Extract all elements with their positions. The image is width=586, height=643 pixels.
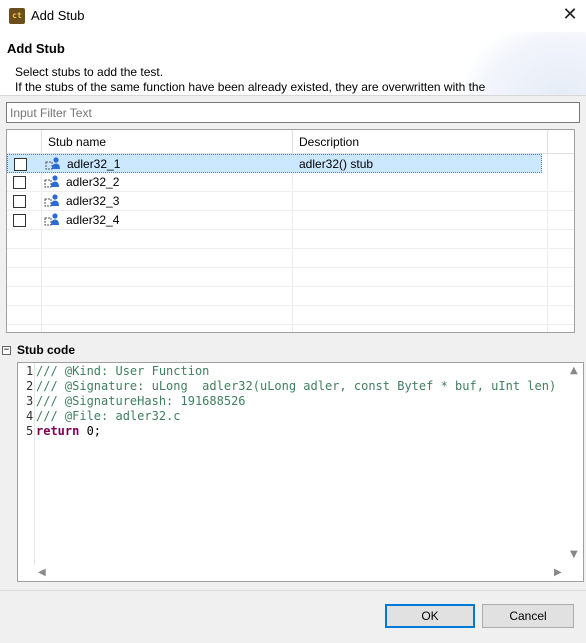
collapse-toggle-icon[interactable]: − bbox=[2, 346, 11, 355]
stub-table: Stub name Description adler32_1 adler32()… bbox=[6, 129, 575, 333]
code-line: return 0; bbox=[36, 424, 101, 438]
stub-name-cell: adler32_1 bbox=[67, 157, 121, 171]
code-line: /// @Kind: User Function bbox=[36, 364, 209, 378]
stub-person-icon bbox=[45, 156, 61, 172]
title-bar: ct Add Stub ✕ bbox=[0, 0, 586, 32]
code-comment: /// @Kind: User Function bbox=[36, 364, 210, 378]
stub-name-cell: adler32_4 bbox=[66, 213, 120, 227]
stub-code-title: Stub code bbox=[17, 343, 76, 357]
footer-divider bbox=[0, 590, 586, 591]
stub-person-icon bbox=[44, 174, 60, 190]
table-row[interactable]: adler32_4 bbox=[7, 211, 574, 230]
code-horizontal-scrollbar[interactable]: ◀ ▶ bbox=[18, 565, 568, 581]
line-number: 3 bbox=[26, 394, 34, 408]
code-comment: /// @File: adler32.c bbox=[36, 409, 181, 423]
row-checkbox[interactable] bbox=[13, 195, 26, 208]
dialog-title: Add Stub bbox=[7, 41, 65, 56]
code-line: /// @Signature: uLong adler32(uLong adle… bbox=[36, 379, 556, 393]
row-checkbox[interactable] bbox=[13, 176, 26, 189]
line-number: 1 bbox=[26, 364, 34, 378]
line-number: 4 bbox=[26, 409, 34, 423]
window-title: Add Stub bbox=[31, 8, 85, 23]
stub-code-editor[interactable]: 1/// @Kind: User Function 2/// @Signature… bbox=[17, 362, 584, 582]
dialog-header: Add Stub Select stubs to add the test. I… bbox=[0, 32, 586, 96]
filter-input[interactable] bbox=[6, 102, 580, 123]
line-number: 2 bbox=[26, 379, 34, 393]
dialog-message-line2: If the stubs of the same function have b… bbox=[15, 80, 486, 94]
column-stub-name[interactable]: Stub name bbox=[42, 130, 292, 154]
code-keyword: return bbox=[36, 424, 80, 438]
stub-description-cell: adler32() stub bbox=[299, 157, 374, 171]
code-comment: /// @SignatureHash: 191688526 bbox=[36, 394, 246, 408]
scroll-down-icon[interactable]: ▼ bbox=[570, 549, 578, 560]
scroll-left-icon[interactable]: ◀ bbox=[38, 567, 46, 578]
column-description[interactable]: Description bbox=[293, 130, 547, 154]
code-line: /// @File: adler32.c bbox=[36, 409, 181, 423]
code-line: /// @SignatureHash: 191688526 bbox=[36, 394, 246, 408]
table-row[interactable]: adler32_3 bbox=[7, 192, 574, 211]
table-row[interactable]: adler32_2 bbox=[7, 173, 574, 192]
empty-row bbox=[7, 249, 574, 268]
header-separator bbox=[547, 130, 548, 154]
header-checkbox-column[interactable] bbox=[7, 130, 41, 154]
line-number: 5 bbox=[26, 424, 34, 438]
table-header: Stub name Description bbox=[7, 130, 574, 154]
row-checkbox[interactable] bbox=[14, 158, 27, 171]
code-text: 0; bbox=[79, 424, 102, 438]
stub-person-icon bbox=[44, 193, 60, 209]
stub-name-cell: adler32_2 bbox=[66, 175, 120, 189]
row-checkbox[interactable] bbox=[13, 214, 26, 227]
dialog-message-line1: Select stubs to add the test. bbox=[15, 65, 164, 79]
close-icon[interactable]: ✕ bbox=[554, 0, 586, 32]
stub-name-cell: adler32_3 bbox=[66, 194, 120, 208]
code-comment: /// @Signature: uLong adler32(uLong adle… bbox=[36, 379, 557, 393]
empty-row bbox=[7, 287, 574, 306]
cancel-button[interactable]: Cancel bbox=[482, 604, 574, 628]
code-vertical-scrollbar[interactable]: ▲ ▼ bbox=[566, 363, 583, 566]
empty-row bbox=[7, 268, 574, 287]
app-icon: ct bbox=[9, 8, 25, 24]
scroll-up-icon[interactable]: ▲ bbox=[570, 365, 578, 376]
table-row[interactable]: adler32_1 adler32() stub bbox=[7, 154, 542, 173]
scroll-right-icon[interactable]: ▶ bbox=[554, 567, 562, 578]
empty-row bbox=[7, 230, 574, 249]
empty-row bbox=[7, 306, 574, 325]
ok-button[interactable]: OK bbox=[385, 604, 475, 628]
stub-person-icon bbox=[44, 212, 60, 228]
